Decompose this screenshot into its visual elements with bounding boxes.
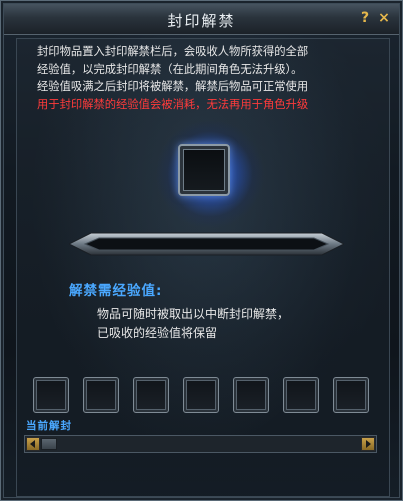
window-title: 封印解禁	[167, 12, 236, 30]
queue-slot-7[interactable]	[333, 377, 369, 413]
queue-slot-1[interactable]	[33, 377, 69, 413]
description-line-2: 经验值，以完成封印解禁（在此期间角色无法升级）。	[37, 62, 303, 76]
required-exp-label: 解禁需经验值:	[69, 283, 163, 299]
note-line-2: 已吸收的经验值将保留	[97, 326, 218, 340]
content-panel: 封印物品置入封印解禁栏后，会吸收人物所获得的全部 经验值，以完成封印解禁（在此期…	[16, 38, 390, 497]
queue-slots	[33, 377, 383, 417]
queue-slot-4[interactable]	[183, 377, 219, 413]
seal-item-slot[interactable]	[178, 144, 230, 196]
exp-progress-bar	[69, 232, 344, 256]
warning-line: 用于封印解禁的经验值会被消耗，无法再用于角色升级	[37, 97, 309, 111]
queue-slot-2[interactable]	[83, 377, 119, 413]
note-line-1: 物品可随时被取出以中断封印解禁，	[97, 307, 290, 321]
note-text: 物品可随时被取出以中断封印解禁， 已吸收的经验值将保留	[97, 305, 337, 343]
close-button[interactable]: ×	[376, 9, 392, 27]
description-line-3: 经验值吸满之后封印将被解禁，解禁后物品可正常使用	[37, 80, 309, 93]
queue-slot-6[interactable]	[283, 377, 319, 413]
seal-release-window: 封印解禁 ? × 封印物品置入封印解禁栏后，会吸收人物所获得的全部 经验值，以完…	[0, 0, 403, 501]
help-button[interactable]: ?	[357, 9, 373, 27]
description-line-1: 封印物品置入封印解禁栏后，会吸收人物所获得的全部	[37, 45, 309, 58]
description-text: 封印物品置入封印解禁栏后，会吸收人物所获得的全部 经验值，以完成封印解禁（在此期…	[37, 43, 377, 113]
horizontal-scrollbar[interactable]	[24, 435, 377, 453]
queue-slot-3[interactable]	[133, 377, 169, 413]
arrow-right-icon	[366, 440, 371, 448]
title-bar[interactable]: 封印解禁 ? ×	[4, 4, 399, 35]
arrow-left-icon	[30, 440, 35, 448]
current-release-label: 当前解封	[26, 420, 72, 432]
queue-slot-5[interactable]	[233, 377, 269, 413]
scroll-right-button[interactable]	[361, 437, 375, 451]
scroll-thumb[interactable]	[41, 438, 57, 450]
scroll-left-button[interactable]	[26, 437, 40, 451]
